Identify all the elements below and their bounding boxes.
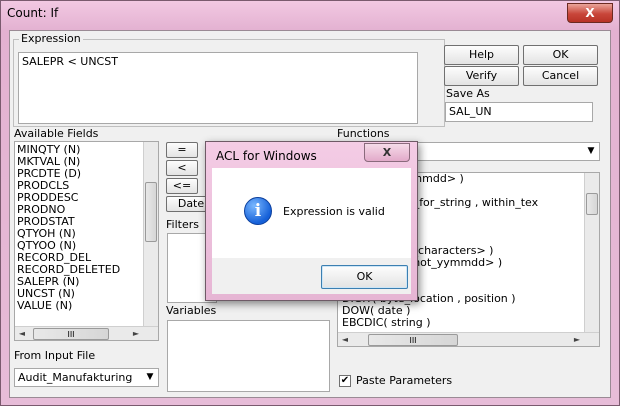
fields-scroll-right-icon[interactable]: ►: [129, 327, 143, 340]
field-list-item[interactable]: VALUE (N): [15, 300, 143, 312]
checkmark-icon: ✔: [340, 375, 350, 386]
window-title: Count: If: [7, 6, 59, 20]
info-icon-glyph: i: [254, 201, 262, 221]
functions-vertical-thumb[interactable]: [586, 193, 598, 215]
function-list-item[interactable]: EBCDIC( string ): [340, 317, 584, 329]
message-ok-button[interactable]: OK: [321, 265, 408, 289]
functions-scroll-right-icon[interactable]: ►: [570, 333, 584, 346]
field-items: MINQTY (N) MKTVAL (N) PRCDTE (D) PRODCLS PRO…: [15, 144, 143, 312]
available-fields-list[interactable]: MINQTY (N) MKTVAL (N) PRCDTE (D) PRODCLS PRO…: [14, 141, 159, 341]
ok-button[interactable]: OK: [523, 45, 598, 65]
filters-label: Filters: [166, 218, 199, 231]
input-file-label: From Input File: [14, 349, 96, 362]
functions-label: Functions: [337, 127, 390, 140]
cancel-button[interactable]: Cancel: [523, 66, 598, 86]
message-dialog-title: ACL for Windows: [216, 149, 317, 163]
acl-message-dialog: ACL for Windows X i Expression is valid …: [205, 141, 418, 301]
info-icon: i: [244, 197, 272, 225]
variables-list[interactable]: [167, 320, 330, 392]
save-as-input[interactable]: SAL_UN: [445, 102, 593, 122]
fields-thumb-grip: III: [67, 330, 75, 339]
verify-button[interactable]: Verify: [444, 66, 519, 86]
functions-horizontal-scrollbar[interactable]: ◄ III ►: [338, 332, 599, 346]
save-as-label: Save As: [446, 87, 490, 100]
functions-scroll-left-icon[interactable]: ◄: [338, 333, 352, 346]
paste-parameters-label[interactable]: Paste Parameters: [356, 374, 452, 387]
fields-scroll-left-icon[interactable]: ◄: [15, 327, 29, 340]
help-button[interactable]: Help: [444, 45, 519, 65]
fields-vertical-thumb[interactable]: [145, 182, 157, 242]
less-equal-operator-button[interactable]: <=: [166, 178, 198, 194]
paste-parameters-checkbox[interactable]: ✔: [339, 375, 351, 387]
expression-text: SALEPR < UNCST: [22, 55, 118, 68]
save-as-value: SAL_UN: [449, 105, 492, 118]
variables-label: Variables: [166, 304, 217, 317]
message-dialog-close-button[interactable]: X: [364, 143, 410, 162]
less-than-operator-button[interactable]: <: [166, 160, 198, 176]
functions-vertical-scrollbar[interactable]: [584, 173, 599, 332]
fields-horizontal-thumb[interactable]: III: [33, 328, 109, 340]
input-file-select[interactable]: Audit_Manufakturing ▼: [14, 368, 159, 387]
message-dialog-footer: OK: [212, 258, 411, 294]
chevron-down-icon[interactable]: ▼: [143, 370, 157, 385]
equals-operator-button[interactable]: =: [166, 142, 198, 158]
functions-thumb-grip: III: [409, 336, 417, 345]
fields-horizontal-scrollbar[interactable]: ◄ III ►: [15, 326, 158, 340]
window-close-button[interactable]: X: [567, 3, 613, 23]
expression-legend: Expression: [19, 32, 83, 45]
functions-horizontal-thumb[interactable]: III: [368, 334, 458, 346]
message-dialog-body: i Expression is valid: [212, 168, 411, 258]
input-file-value: Audit_Manufakturing: [18, 371, 133, 384]
functions-chevron-down-icon[interactable]: ▼: [584, 144, 598, 159]
fields-vertical-scrollbar[interactable]: [143, 142, 158, 326]
message-text: Expression is valid: [283, 205, 385, 218]
available-fields-label: Available Fields: [14, 127, 99, 140]
expression-input[interactable]: SALEPR < UNCST: [18, 52, 418, 124]
